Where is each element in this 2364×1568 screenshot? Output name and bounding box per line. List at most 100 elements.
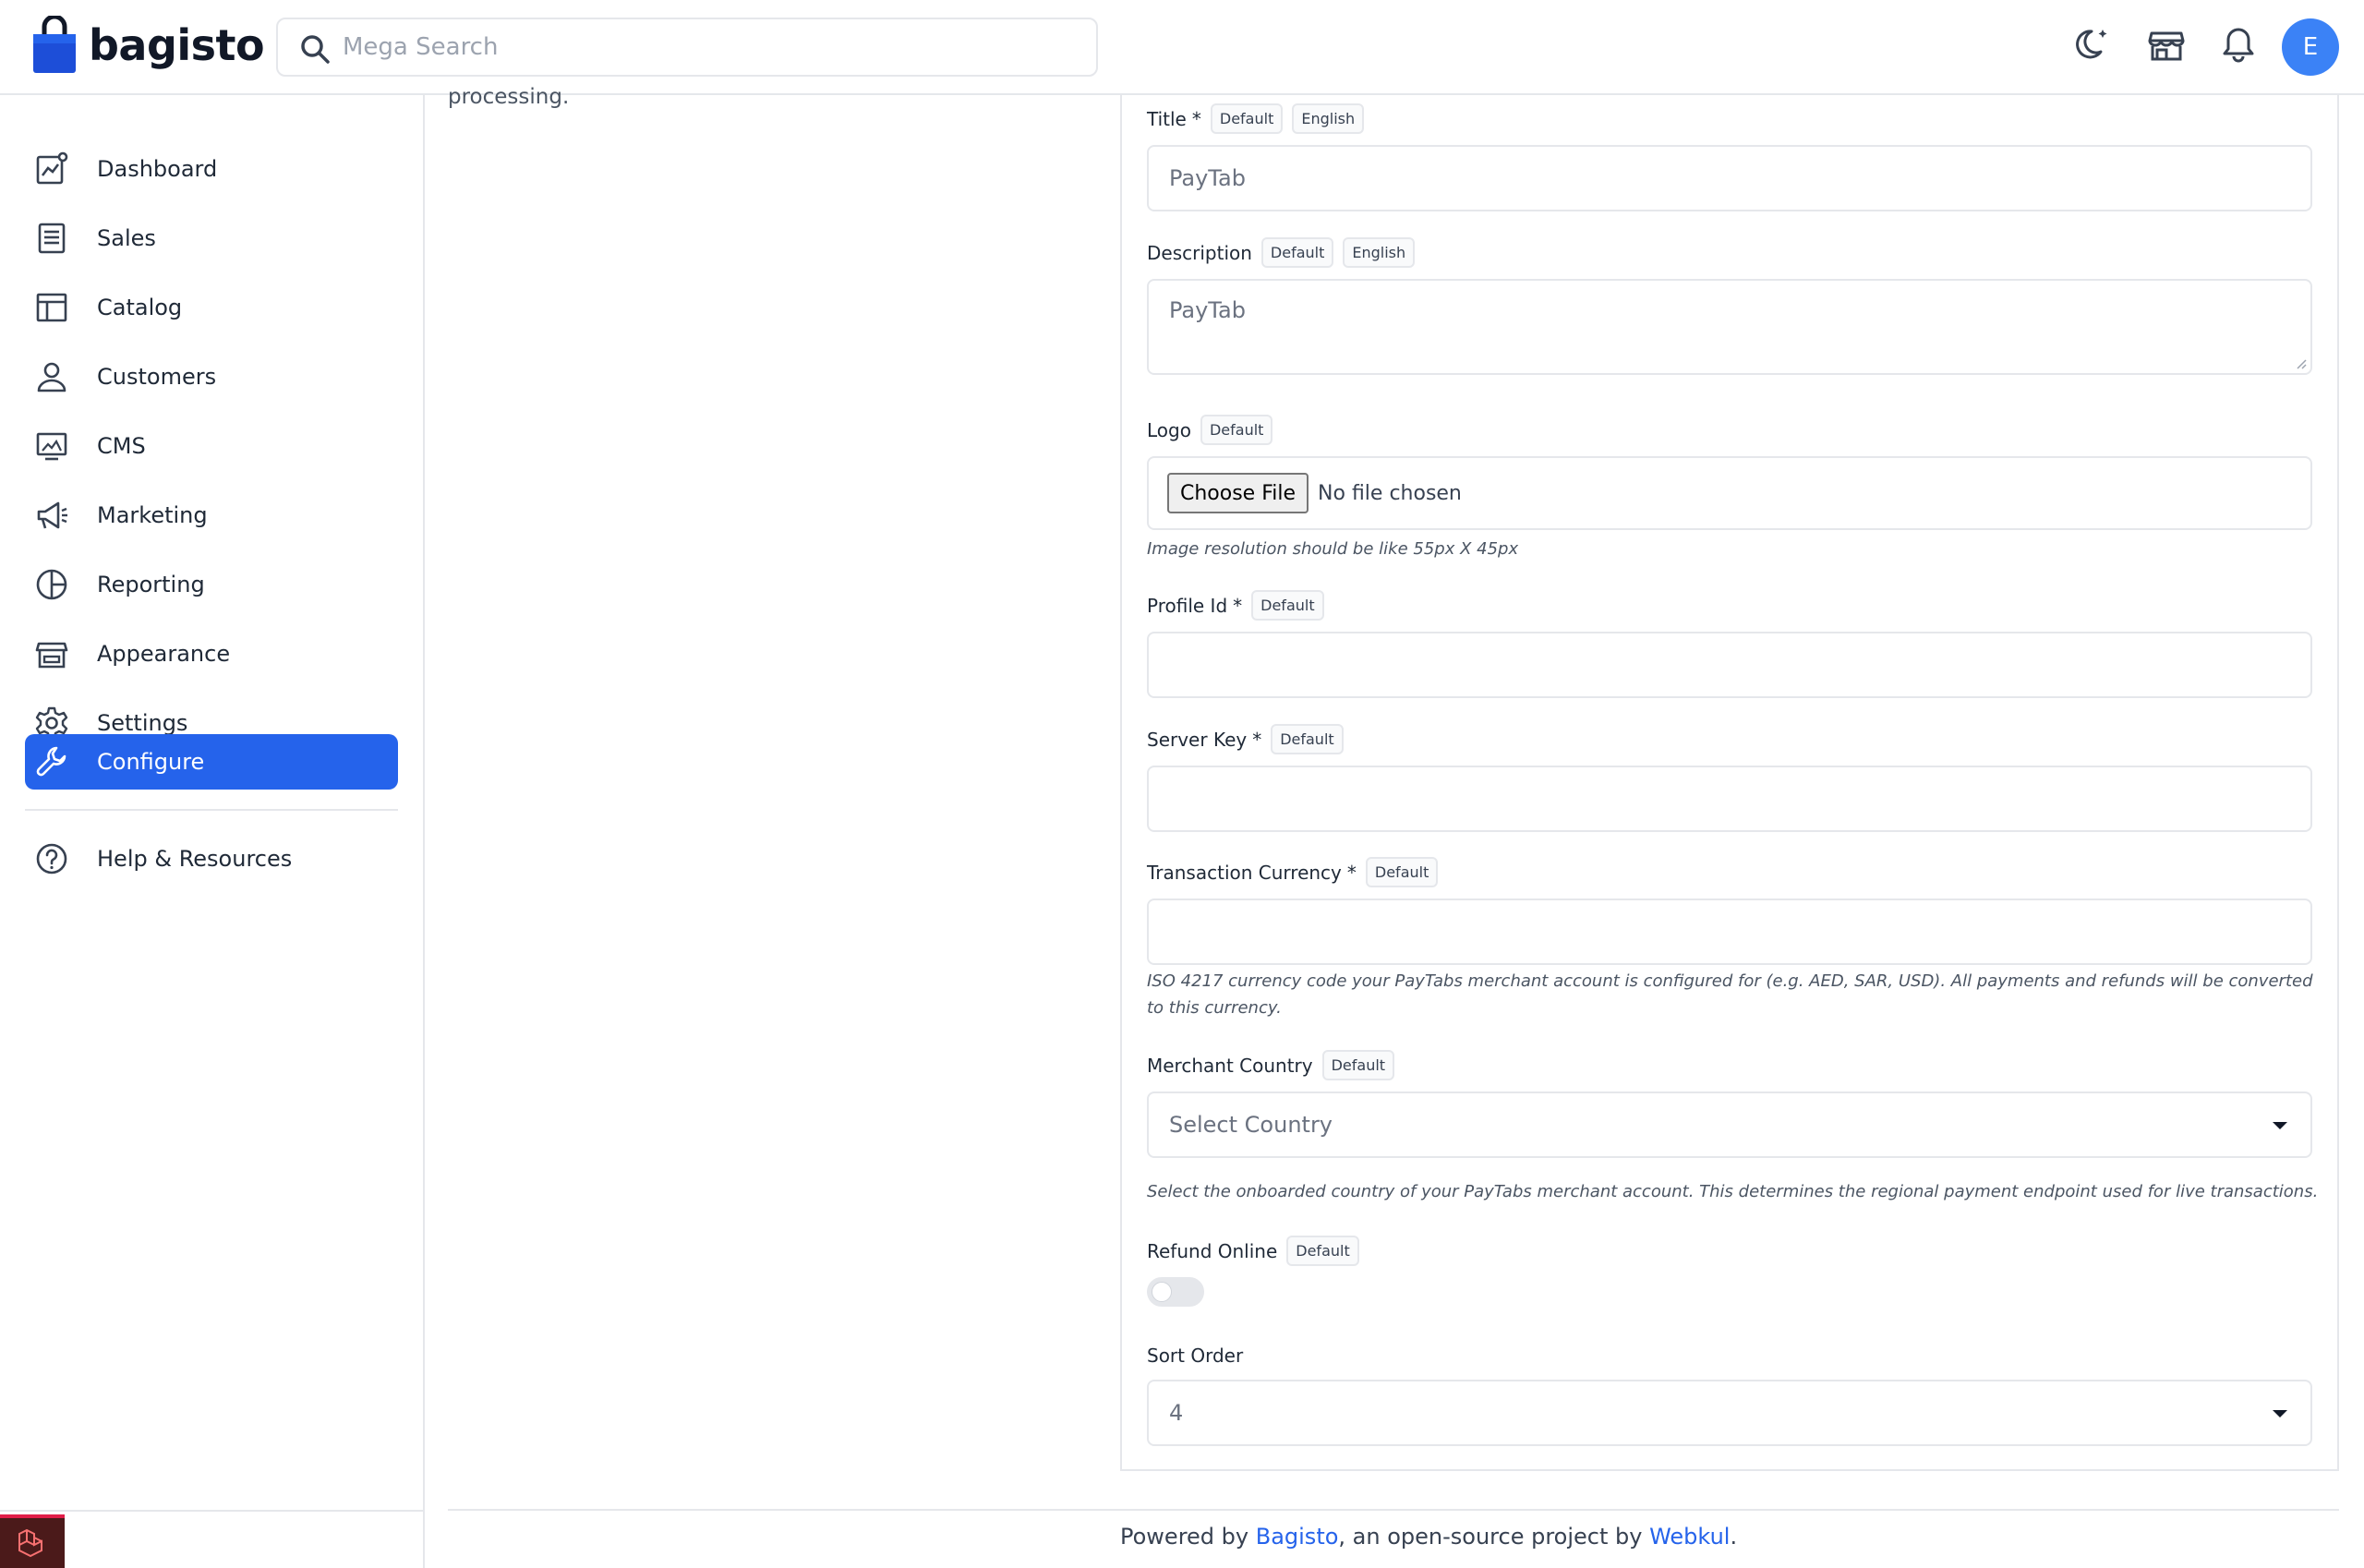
sidebar-item-label: Sales	[97, 225, 156, 251]
title-input-value: PayTab	[1169, 165, 1246, 191]
transaction-currency-label: Transaction Currency	[1147, 861, 1342, 884]
refund-online-label: Refund Online	[1147, 1239, 1278, 1262]
required-marker: *	[1346, 861, 1357, 884]
transaction-currency-label-row: Transaction Currency * Default	[1147, 857, 1439, 887]
sidebar-item-label: Marketing	[97, 502, 208, 528]
resize-handle-icon[interactable]	[2296, 358, 2307, 369]
footer-suffix: .	[1730, 1524, 1738, 1550]
sidebar-item-reporting[interactable]: Reporting	[25, 557, 398, 612]
chevron-down-icon	[2273, 1410, 2287, 1417]
search-icon	[301, 35, 330, 64]
logo-label-row: Logo Default	[1147, 415, 1273, 445]
sidebar-item-label: Configure	[97, 749, 205, 775]
sidebar-item-sales[interactable]: Sales	[25, 211, 398, 266]
server-key-input[interactable]	[1147, 766, 2312, 832]
sidebar-item-customers[interactable]: Customers	[25, 349, 398, 404]
english-badge: English	[1292, 103, 1365, 134]
merchant-country-hint: Select the onboarded country of your Pay…	[1147, 1182, 2319, 1201]
default-badge: Default	[1271, 724, 1344, 754]
transaction-currency-hint: ISO 4217 currency code your PayTabs merc…	[1147, 971, 2313, 1018]
sidebar-item-label: Dashboard	[97, 156, 218, 182]
merchant-country-select[interactable]: Select Country	[1147, 1092, 2312, 1158]
storefront-icon[interactable]	[2146, 24, 2187, 65]
sort-order-label-row: Sort Order	[1147, 1345, 1243, 1367]
chevron-down-icon	[2273, 1122, 2287, 1129]
dark-mode-moon-icon[interactable]	[2073, 24, 2114, 65]
sidebar-item-label: Catalog	[97, 295, 183, 320]
sort-order-label: Sort Order	[1147, 1345, 1244, 1367]
description-label-row: Description Default English	[1147, 237, 1416, 268]
profile-id-label-row: Profile Id * Default	[1147, 590, 1324, 621]
default-badge: Default	[1286, 1236, 1359, 1266]
sidebar-item-label: CMS	[97, 433, 146, 459]
merchant-country-label: Merchant Country	[1147, 1054, 1313, 1077]
merchant-country-label-row: Merchant Country Default	[1147, 1050, 1395, 1080]
logo-hint: Image resolution should be like 55px X 4…	[1147, 539, 1519, 559]
bagisto-link[interactable]: Bagisto	[1256, 1524, 1339, 1550]
description-textarea-value: PayTab	[1169, 297, 1246, 323]
sidebar-item-dashboard[interactable]: Dashboard	[25, 141, 398, 197]
sidebar-item-catalog[interactable]: Catalog	[25, 280, 398, 335]
avatar-initial: E	[2302, 33, 2319, 61]
sidebar-item-label: Settings	[97, 710, 188, 736]
refund-online-label-row: Refund Online Default	[1147, 1236, 1359, 1266]
title-label-row: Title * Default English	[1147, 103, 1365, 134]
sidebar-item-marketing[interactable]: Marketing	[25, 488, 398, 543]
sidebar-item-cms[interactable]: CMS	[25, 418, 398, 474]
sidebar-item-label: Appearance	[97, 641, 231, 667]
reporting-pie-icon	[36, 569, 67, 600]
default-badge: Default	[1251, 590, 1324, 621]
top-header: bagisto E	[0, 0, 2364, 95]
sort-order-select[interactable]: 4	[1147, 1380, 2312, 1446]
refund-online-toggle[interactable]	[1147, 1277, 1204, 1307]
footer-middle: , an open-source project by	[1338, 1524, 1650, 1550]
profile-id-input[interactable]	[1147, 632, 2312, 698]
mega-search[interactable]	[276, 18, 1098, 77]
required-marker: *	[1252, 728, 1262, 751]
default-badge: Default	[1200, 415, 1273, 445]
sidebar-item-label: Help & Resources	[97, 846, 293, 872]
server-key-label-row: Server Key * Default	[1147, 724, 1344, 754]
customers-icon	[37, 362, 66, 392]
laravel-logo-icon	[18, 1528, 42, 1558]
debugbar-toggle[interactable]	[0, 1514, 65, 1568]
sort-order-selected: 4	[1169, 1400, 1184, 1426]
logo-label: Logo	[1147, 418, 1191, 441]
brand-logo[interactable]: bagisto	[31, 16, 265, 75]
default-badge: Default	[1210, 103, 1284, 134]
english-badge: English	[1343, 237, 1416, 268]
webkul-link[interactable]: Webkul	[1649, 1524, 1730, 1550]
notification-bell-icon[interactable]	[2218, 24, 2259, 65]
profile-id-label: Profile Id	[1147, 594, 1228, 617]
merchant-country-selected: Select Country	[1169, 1112, 1333, 1138]
appearance-store-icon	[35, 642, 68, 669]
user-avatar[interactable]: E	[2282, 18, 2339, 76]
footer-divider	[448, 1509, 2339, 1511]
help-question-icon	[36, 843, 67, 874]
choose-file-button[interactable]: Choose File	[1167, 473, 1309, 513]
brand-name: bagisto	[89, 20, 265, 70]
sidebar-item-help[interactable]: Help & Resources	[25, 831, 398, 887]
title-input[interactable]: PayTab	[1147, 145, 2312, 211]
sidebar: Dashboard Sales Catalog Customers CMS Ma…	[0, 95, 425, 1568]
sidebar-item-label: Reporting	[97, 572, 205, 597]
file-status: No file chosen	[1318, 481, 1462, 505]
sidebar-item-configure[interactable]: Configure	[25, 734, 398, 790]
default-badge: Default	[1260, 237, 1334, 268]
dashboard-icon	[36, 151, 68, 185]
description-textarea[interactable]: PayTab	[1147, 279, 2312, 375]
default-badge: Default	[1321, 1050, 1395, 1080]
logo-file-input[interactable]: Choose File No file chosen	[1147, 456, 2312, 530]
required-marker: *	[1191, 107, 1201, 130]
configure-wrench-icon	[36, 746, 66, 777]
transaction-currency-input[interactable]	[1147, 899, 2312, 965]
sidebar-divider	[25, 809, 398, 811]
catalog-icon	[36, 293, 67, 322]
search-input[interactable]	[343, 21, 1063, 73]
sidebar-item-label: Customers	[97, 364, 217, 390]
section-description-fragment: processing.	[448, 85, 570, 109]
title-label: Title	[1147, 107, 1187, 130]
sidebar-bottom-divider	[0, 1510, 423, 1512]
sidebar-item-appearance[interactable]: Appearance	[25, 626, 398, 681]
cms-icon	[36, 432, 67, 461]
